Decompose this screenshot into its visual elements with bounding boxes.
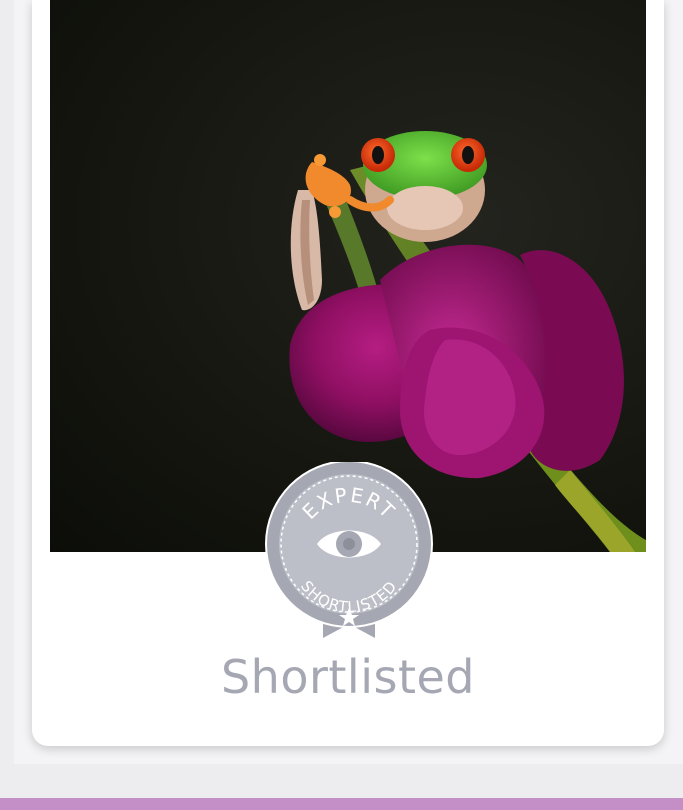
expert-shortlisted-badge: EXPERT SHORTLISTED (261, 460, 437, 638)
accent-bar (0, 798, 683, 810)
status-label: Shortlisted (220, 650, 475, 704)
